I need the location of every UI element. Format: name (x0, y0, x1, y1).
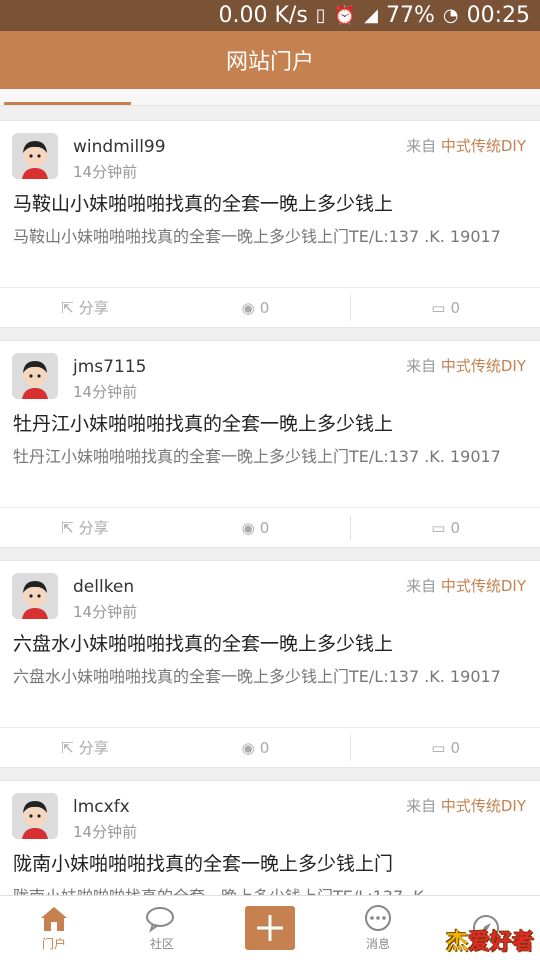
eye-icon: ◉ (241, 518, 255, 537)
post-title[interactable]: 马鞍山小妹啪啪啪找真的全套一晚上多少钱上 (13, 189, 393, 216)
comments-count: 0 (450, 518, 461, 537)
share-icon: ⇱ (61, 518, 74, 537)
comments-count: 0 (450, 298, 461, 317)
page-title: 网站门户 (225, 50, 314, 75)
source-category-link[interactable]: 中式传统DIY (441, 577, 526, 595)
post-card[interactable]: lmcxfx 14分钟前 来自 中式传统DIY 陇南小妹啪啪啪找真的全套一晚上多… (0, 780, 540, 895)
post-actions: ⇱ 分享 ◉ 0 ▭ 0 (0, 507, 540, 547)
views-count: 0 (259, 298, 270, 317)
share-icon: ⇱ (61, 298, 74, 317)
nav-community[interactable]: 社区 (108, 896, 216, 960)
alarm-icon: ⏰ (333, 5, 357, 26)
post-title[interactable]: 六盘水小妹啪啪啪找真的全套一晚上多少钱上 (13, 629, 393, 656)
source-prefix: 来自 (406, 577, 437, 595)
share-button[interactable]: ⇱ 分享 (0, 517, 169, 538)
watermark-part1: 杰 (445, 930, 468, 955)
avatar[interactable] (12, 573, 58, 619)
post-username[interactable]: lmcxfx (73, 797, 130, 817)
battery-icon: ◔ (442, 5, 459, 26)
post-excerpt: 六盘水小妹啪啪啪找真的全套一晚上多少钱上门TE/L:137 .K. 19017 (13, 667, 501, 686)
post-actions: ⇱ 分享 ◉ 0 ▭ 0 (0, 727, 540, 767)
post-source: 来自 中式传统DIY (406, 135, 526, 156)
eye-icon: ◉ (241, 298, 255, 317)
message-icon (365, 904, 391, 931)
comments-count: 0 (450, 738, 461, 757)
nav-community-label: 社区 (149, 936, 174, 951)
avatar[interactable] (12, 133, 58, 179)
vibrate-icon: ▯ (315, 5, 326, 26)
post-title[interactable]: 牡丹江小妹啪啪啪找真的全套一晚上多少钱上 (13, 409, 393, 436)
clock: 00:25 (466, 3, 530, 28)
nav-portal[interactable]: 门户 (0, 896, 108, 960)
network-speed: 0.00 K/s (218, 3, 308, 28)
source-prefix: 来自 (406, 357, 437, 375)
add-post-button[interactable] (245, 906, 295, 950)
comment-icon: ▭ (431, 738, 446, 757)
comment-button[interactable]: ▭ 0 (351, 739, 540, 757)
nav-post[interactable] (216, 896, 324, 960)
app-header: 网站门户 (0, 31, 540, 89)
comment-button[interactable]: ▭ 0 (351, 299, 540, 317)
source-category-link[interactable]: 中式传统DIY (441, 797, 526, 815)
signal-icon: ◢ (364, 5, 378, 26)
post-time: 14分钟前 (73, 823, 138, 841)
views-count: 0 (259, 518, 270, 537)
post-source: 来自 中式传统DIY (406, 355, 526, 376)
source-category-link[interactable]: 中式传统DIY (441, 357, 526, 375)
post-excerpt: 陇南小妹啪啪啪找真的全套一晚上多少钱上门TE/L:137 .K. (13, 885, 523, 895)
source-category-link[interactable]: 中式传统DIY (441, 137, 526, 155)
status-bar: 0.00 K/s ▯ ⏰ ◢ 77% ◔ 00:25 (0, 0, 540, 31)
post-feed[interactable]: windmill99 14分钟前 来自 中式传统DIY 马鞍山小妹啪啪啪找真的全… (0, 106, 540, 895)
battery-percent: 77% (385, 3, 435, 28)
avatar[interactable] (12, 353, 58, 399)
views-counter: ◉ 0 (169, 299, 351, 317)
share-icon: ⇱ (61, 738, 74, 757)
post-time: 14分钟前 (73, 603, 138, 621)
post-card[interactable]: jms7115 14分钟前 来自 中式传统DIY 牡丹江小妹啪啪啪找真的全套一晚… (0, 340, 540, 548)
post-excerpt: 马鞍山小妹啪啪啪找真的全套一晚上多少钱上门TE/L:137 .K. 19017 (13, 227, 501, 246)
post-username[interactable]: jms7115 (73, 357, 146, 377)
avatar[interactable] (12, 793, 58, 839)
share-button[interactable]: ⇱ 分享 (0, 737, 169, 758)
tab-strip[interactable] (0, 89, 540, 106)
nav-messages[interactable]: 消息 (324, 896, 432, 960)
tab-indicator (4, 102, 131, 105)
watermark-part2: 爱好者 (467, 930, 534, 955)
post-time: 14分钟前 (73, 163, 138, 181)
source-prefix: 来自 (406, 797, 437, 815)
post-source: 来自 中式传统DIY (406, 575, 526, 596)
post-username[interactable]: dellken (73, 577, 134, 597)
post-actions: ⇱ 分享 ◉ 0 ▭ 0 (0, 287, 540, 327)
post-card[interactable]: dellken 14分钟前 来自 中式传统DIY 六盘水小妹啪啪啪找真的全套一晚… (0, 560, 540, 768)
source-prefix: 来自 (406, 137, 437, 155)
comment-icon: ▭ (431, 298, 446, 317)
eye-icon: ◉ (241, 738, 255, 757)
post-username[interactable]: windmill99 (73, 137, 166, 157)
post-excerpt: 牡丹江小妹啪啪啪找真的全套一晚上多少钱上门TE/L:137 .K. 19017 (13, 447, 501, 466)
views-counter: ◉ 0 (169, 519, 351, 537)
share-label: 分享 (78, 739, 109, 757)
post-source: 来自 中式传统DIY (406, 795, 526, 816)
watermark-logo: 杰爱好者 (446, 924, 534, 956)
post-card[interactable]: windmill99 14分钟前 来自 中式传统DIY 马鞍山小妹啪啪啪找真的全… (0, 120, 540, 328)
home-icon (41, 906, 67, 931)
chat-bubbles-icon (146, 906, 174, 933)
share-button[interactable]: ⇱ 分享 (0, 297, 169, 318)
comment-button[interactable]: ▭ 0 (351, 519, 540, 537)
plus-icon (257, 915, 283, 941)
share-label: 分享 (78, 519, 109, 537)
share-label: 分享 (78, 299, 109, 317)
nav-portal-label: 门户 (41, 936, 66, 951)
post-title[interactable]: 陇南小妹啪啪啪找真的全套一晚上多少钱上门 (13, 849, 393, 876)
nav-messages-label: 消息 (365, 936, 390, 951)
post-time: 14分钟前 (73, 383, 138, 401)
comment-icon: ▭ (431, 518, 446, 537)
views-counter: ◉ 0 (169, 739, 351, 757)
views-count: 0 (259, 738, 270, 757)
